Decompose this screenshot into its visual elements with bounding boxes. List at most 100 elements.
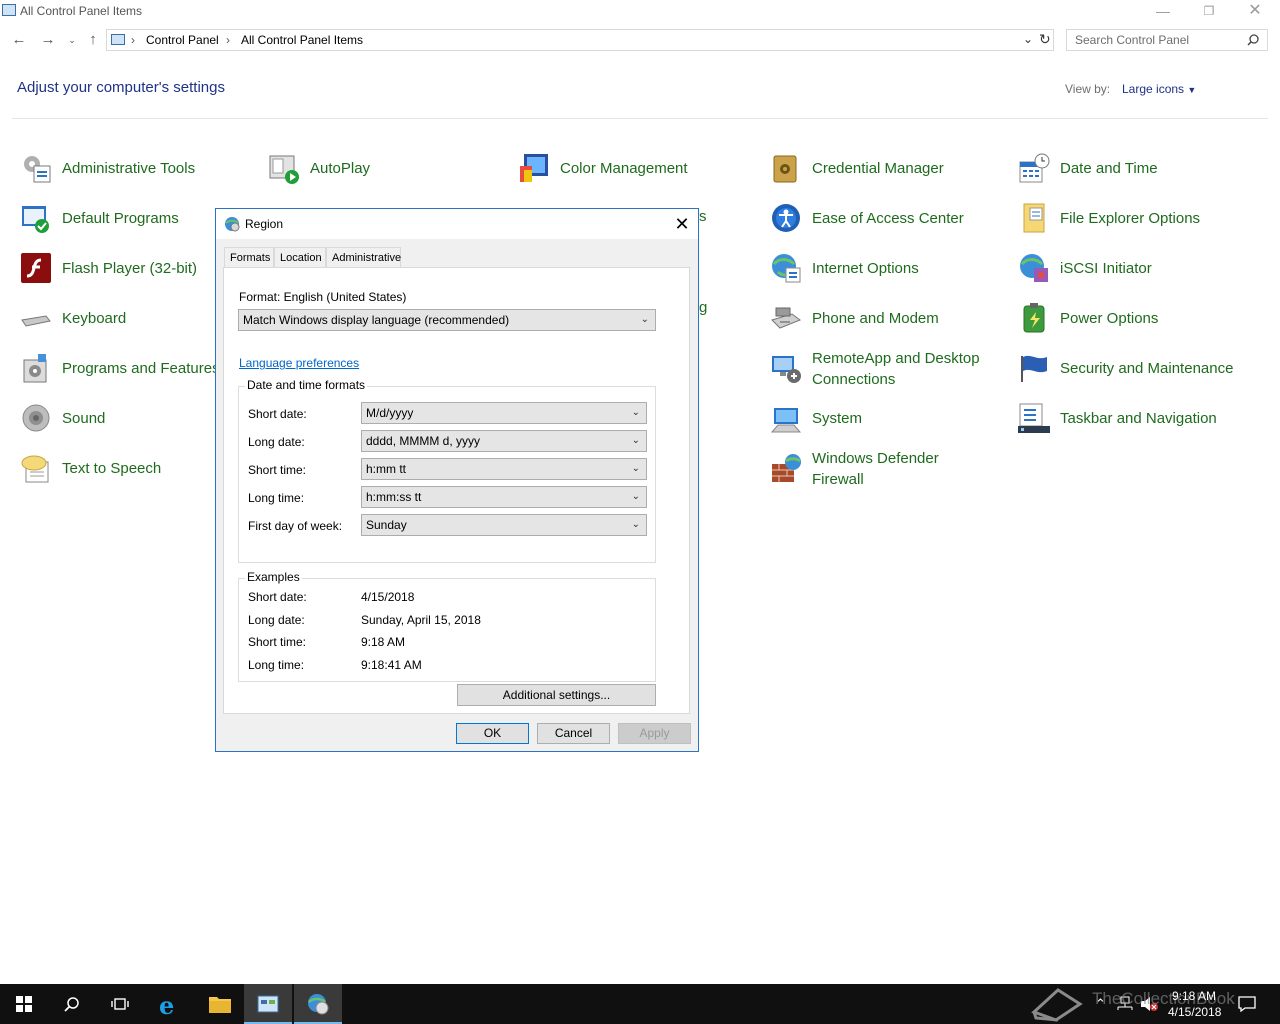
short-date-select[interactable]: M/d/yyyy ⌄ (361, 402, 647, 424)
first-day-value: Sunday (366, 518, 407, 532)
ease-of-access-icon (772, 204, 800, 232)
chevron-down-icon: ⌄ (631, 519, 640, 530)
search-input[interactable]: Search Control Panel (1075, 33, 1189, 47)
format-select[interactable]: Match Windows display language (recommen… (238, 309, 656, 331)
chevron-down-icon: ⌄ (631, 491, 640, 502)
item-label: Keyboard (62, 310, 127, 327)
address-dropdown-chevron-icon[interactable]: ⌄ (1023, 32, 1033, 46)
date-time-formats-group: Date and time formats Short date: M/d/yy… (238, 378, 656, 563)
breadcrumb-control-panel[interactable]: Control Panel (146, 33, 219, 47)
internet-options-icon (772, 254, 801, 283)
dialog-title: Region (245, 217, 284, 231)
item-label: Windows Defender (812, 450, 939, 467)
long-date-label: Long date: (248, 435, 305, 449)
refresh-icon[interactable]: ↻ (1039, 31, 1051, 48)
security-maintenance-icon (1021, 355, 1047, 382)
language-preferences-link[interactable]: Language preferences (239, 356, 359, 370)
clock-date[interactable]: 4/15/2018 (1168, 1005, 1221, 1019)
ok-button[interactable]: OK (456, 723, 529, 744)
firewall-icon (772, 454, 801, 482)
item-label: Credential Manager (812, 160, 944, 177)
control-panel-taskbar-button[interactable] (244, 984, 292, 1024)
breadcrumb-separator: › (131, 33, 135, 47)
view-by-label: View by: (1065, 82, 1111, 96)
control-panel-icon (2, 4, 16, 16)
region-taskbar-button[interactable] (294, 984, 342, 1024)
format-label: Format: English (United States) (239, 290, 407, 304)
search-taskbar-button[interactable] (48, 984, 96, 1024)
power-options-icon (1023, 303, 1045, 333)
clock-time[interactable]: 9:18 AM (1172, 989, 1216, 1003)
book-logo-icon (1031, 988, 1083, 1022)
group-caption: Examples (245, 570, 302, 584)
forward-arrow-icon[interactable]: → (38, 32, 58, 48)
task-view-button[interactable] (96, 984, 144, 1024)
first-day-label: First day of week: (248, 519, 343, 533)
cancel-button[interactable]: Cancel (537, 723, 610, 744)
header-divider (12, 118, 1268, 119)
window-title: All Control Panel Items (20, 4, 143, 18)
action-center-icon[interactable] (1238, 996, 1256, 1012)
tab-formats[interactable]: Formats (224, 247, 274, 267)
example-value: Sunday, April 15, 2018 (361, 613, 481, 627)
long-date-select[interactable]: dddd, MMMM d, yyyy ⌄ (361, 430, 647, 452)
autoplay-icon (269, 155, 299, 184)
date-time-icon (1019, 153, 1050, 183)
start-button[interactable] (0, 984, 48, 1024)
default-programs-icon (22, 206, 49, 233)
example-value: 9:18:41 AM (361, 658, 422, 672)
recent-locations-chevron-icon[interactable]: ⌄ (62, 32, 82, 48)
iscsi-icon (1020, 254, 1048, 282)
item-label: Taskbar and Navigation (1060, 410, 1217, 427)
file-explorer-button[interactable] (196, 984, 244, 1024)
admin-tools-icon (24, 156, 51, 183)
example-value: 9:18 AM (361, 635, 406, 649)
item-label: RemoteApp and Desktop (812, 350, 980, 367)
item-label: AutoPlay (310, 160, 371, 177)
up-arrow-icon[interactable]: ↑ (83, 32, 103, 48)
internet-explorer-icon: e (159, 991, 175, 1020)
view-by-value: Large icons (1122, 82, 1185, 96)
address-bar[interactable]: › Control Panel › All Control Panel Item… (106, 29, 1054, 51)
item-label: Security and Maintenance (1060, 360, 1234, 377)
examples-group: Examples Short date: 4/15/2018 Long date… (238, 570, 656, 682)
item-label: Color Management (560, 160, 688, 177)
chevron-down-icon: ⌄ (631, 435, 640, 446)
long-date-value: dddd, MMMM d, yyyy (366, 434, 481, 448)
group-caption: Date and time formats (245, 378, 368, 392)
internet-explorer-button[interactable]: e (146, 984, 194, 1024)
phone-modem-icon (771, 307, 802, 329)
view-by-dropdown[interactable]: Large icons ▼ (1122, 82, 1196, 96)
search-box[interactable]: Search Control Panel (1066, 29, 1268, 51)
region-globe-icon (225, 217, 240, 232)
programs-features-icon (23, 354, 47, 383)
remoteapp-icon (772, 356, 801, 383)
long-time-value: h:mm:ss tt (366, 490, 422, 504)
back-arrow-icon[interactable]: ← (9, 32, 29, 48)
system-icon (770, 408, 802, 433)
first-day-select[interactable]: Sunday ⌄ (361, 514, 647, 536)
flash-player-icon (21, 253, 51, 283)
dropdown-arrow-icon: ▼ (1187, 85, 1197, 95)
item-label: Default Programs (62, 210, 179, 227)
apply-button[interactable]: Apply (618, 723, 691, 744)
tab-location[interactable]: Location (274, 247, 326, 267)
short-time-select[interactable]: h:mm tt ⌄ (361, 458, 647, 480)
windows-logo-icon (16, 996, 32, 1012)
long-time-select[interactable]: h:mm:ss tt ⌄ (361, 486, 647, 508)
restore-button[interactable]: ❐ (1186, 0, 1232, 24)
item-label: Text to Speech (62, 460, 162, 477)
title-bar: All Control Panel Items — ❐ ✕ (0, 0, 1280, 24)
item-label: File Explorer Options (1060, 210, 1201, 227)
long-time-label: Long time: (248, 491, 305, 505)
additional-settings-button[interactable]: Additional settings... (457, 684, 656, 706)
tab-administrative[interactable]: Administrative (326, 247, 401, 267)
minimize-button[interactable]: — (1140, 0, 1186, 24)
close-button[interactable]: ✕ (1232, 0, 1278, 24)
item-label: System (812, 410, 863, 427)
control-panel-icon (257, 995, 279, 1013)
file-explorer-options-icon (1023, 203, 1045, 233)
page-heading: Adjust your computer's settings (17, 79, 225, 96)
breadcrumb-all-items[interactable]: All Control Panel Items (241, 33, 363, 47)
dialog-close-button[interactable]: ✕ (668, 211, 696, 237)
